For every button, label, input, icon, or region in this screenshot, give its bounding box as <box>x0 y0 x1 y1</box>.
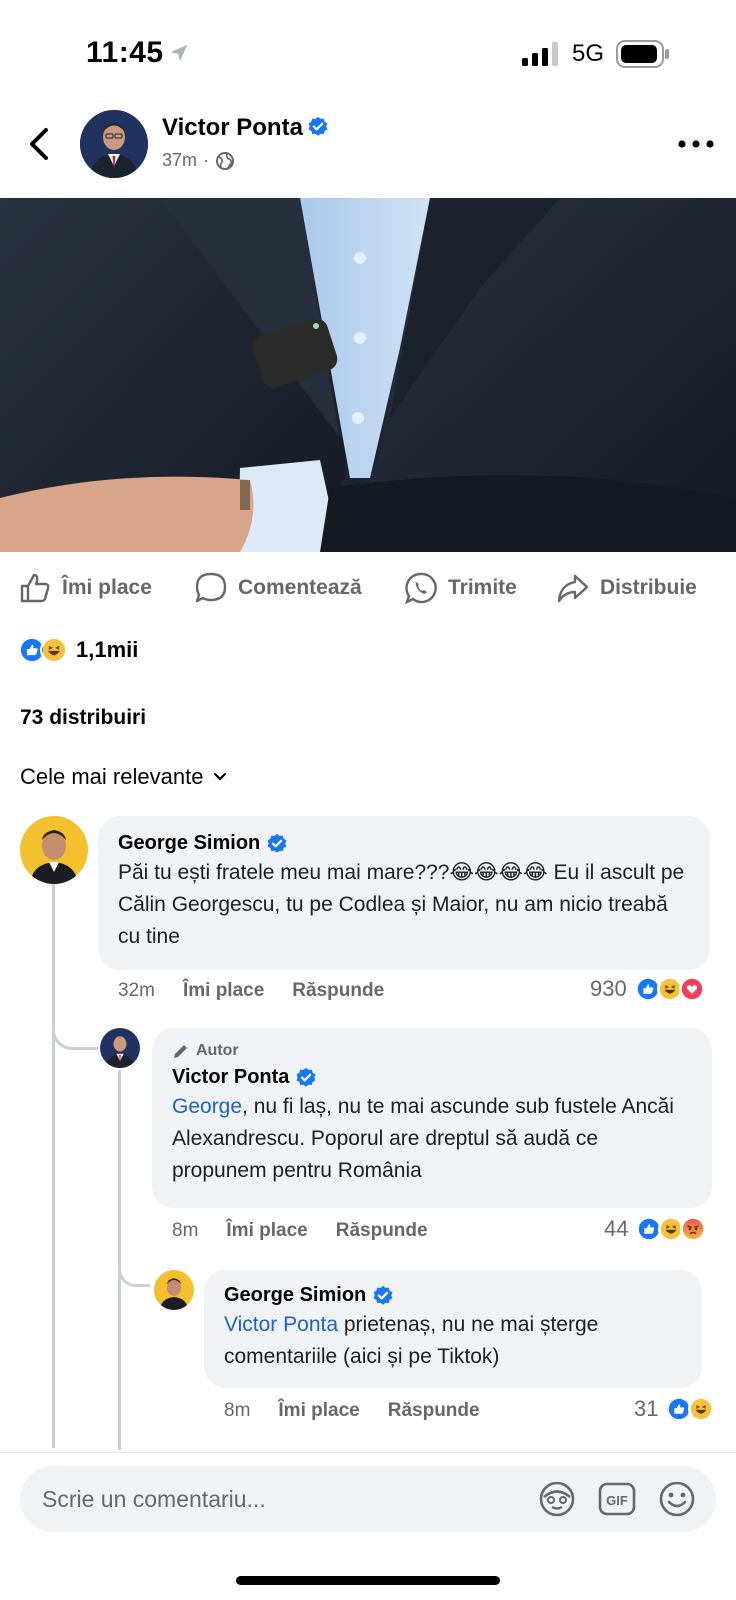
post-time: 37m <box>162 150 198 170</box>
status-time: 11:45 <box>86 36 164 69</box>
comment-like-button[interactable]: Îmi place <box>278 1400 359 1422</box>
comment-time: 32m <box>118 980 155 1001</box>
comment-reactions[interactable]: 44 <box>604 1216 707 1242</box>
post-action-bar: Îmi place Comentează Trimite Distribuie <box>0 568 736 608</box>
network-label: 5G <box>572 40 605 67</box>
comment-reply-button[interactable]: Răspunde <box>388 1400 480 1422</box>
comment-author[interactable]: Victor Ponta <box>172 1066 692 1089</box>
globe-icon <box>216 151 235 170</box>
svg-text:GIF: GIF <box>606 1493 628 1508</box>
comment-meta: 32m Îmi place Răspunde <box>118 980 384 1002</box>
post-header: Victor Ponta 37m · <box>0 100 736 196</box>
laughing-emoji-icon: 😂😂😂😂 <box>449 861 548 884</box>
verified-icon <box>296 1067 316 1087</box>
share-button[interactable]: Distribuie <box>556 568 697 608</box>
send-button[interactable]: Trimite <box>404 568 517 608</box>
comment-icon <box>195 572 227 603</box>
comment-author[interactable]: George Simion <box>118 832 690 855</box>
comment-text: Victor Ponta prietenaș, nu ne mai șterge… <box>224 1313 599 1368</box>
comment-reply-button[interactable]: Răspunde <box>336 1220 428 1242</box>
author-avatar[interactable] <box>80 110 148 178</box>
share-icon <box>557 574 589 603</box>
comment-sort-dropdown[interactable]: Cele mai relevante <box>20 764 227 790</box>
like-button[interactable]: Îmi place <box>18 568 152 608</box>
reaction-summary[interactable]: 1,1mii <box>18 636 138 664</box>
commenter-avatar[interactable] <box>100 1028 140 1068</box>
battery-icon <box>616 40 669 68</box>
avatar-sticker-icon[interactable] <box>538 1480 576 1518</box>
author-badge: Autor <box>172 1042 692 1060</box>
verified-icon <box>308 116 328 136</box>
thread-line <box>52 868 55 1448</box>
comment-reactions[interactable]: 31 <box>634 1396 715 1422</box>
more-icon[interactable] <box>674 136 718 152</box>
chevron-down-icon <box>214 772 227 781</box>
mention-link[interactable]: Victor Ponta <box>224 1313 338 1336</box>
gif-icon[interactable]: GIF <box>598 1480 636 1518</box>
comment-time: 8m <box>224 1400 251 1421</box>
whatsapp-icon <box>404 572 437 605</box>
comment-like-button[interactable]: Îmi place <box>226 1220 307 1242</box>
comment-meta: 8m Îmi place Răspunde <box>172 1220 428 1242</box>
thread-connector <box>118 1245 150 1287</box>
like-icon <box>20 573 50 603</box>
comment-reactions[interactable]: 930 <box>590 976 705 1002</box>
reaction-count: 1,1mii <box>76 637 139 662</box>
back-chevron-icon[interactable] <box>24 124 56 164</box>
comment-input[interactable] <box>42 1466 502 1532</box>
comment-author[interactable]: George Simion <box>224 1284 682 1307</box>
post-photo[interactable] <box>0 198 736 552</box>
signal-icon <box>522 42 558 66</box>
haha-reaction-icon <box>688 1396 715 1422</box>
location-arrow-icon <box>170 44 188 62</box>
comment-button[interactable]: Comentează <box>194 568 362 608</box>
meta-separator: · <box>203 150 210 170</box>
commenter-avatar[interactable] <box>154 1270 194 1310</box>
angry-reaction-icon <box>680 1216 707 1242</box>
share-count[interactable]: 73 distribuiri <box>20 706 146 730</box>
pencil-icon <box>174 1045 187 1058</box>
verified-icon <box>373 1285 393 1305</box>
comment-text: Păi tu ești fratele meu mai mare???😂😂😂😂 … <box>118 861 685 948</box>
commenter-avatar[interactable] <box>20 816 88 884</box>
verified-icon <box>267 833 287 853</box>
emoji-icon[interactable] <box>658 1480 696 1518</box>
home-indicator <box>236 1576 500 1585</box>
comment-composer: GIF <box>20 1466 716 1532</box>
mention-link[interactable]: George <box>172 1095 242 1118</box>
comment-reply-button[interactable]: Răspunde <box>292 980 384 1002</box>
composer-divider <box>0 1452 736 1453</box>
comment-like-button[interactable]: Îmi place <box>183 980 264 1002</box>
love-reaction-icon <box>678 976 705 1002</box>
comment-bubble[interactable]: George Simion Păi tu ești fratele meu ma… <box>98 816 710 970</box>
thread-connector <box>52 1000 98 1050</box>
post-meta: 37m · <box>162 150 235 171</box>
haha-reaction-icon <box>40 636 68 664</box>
comment-bubble[interactable]: Autor Victor Ponta George, nu fi laș, nu… <box>152 1028 712 1208</box>
comment-meta: 8m Îmi place Răspunde <box>224 1400 480 1422</box>
comment-text: George, nu fi laș, nu te mai ascunde sub… <box>172 1095 674 1182</box>
comment-time: 8m <box>172 1220 199 1241</box>
comment-bubble[interactable]: George Simion Victor Ponta prietenaș, nu… <box>204 1270 702 1388</box>
status-bar: 11:45 5G <box>0 0 736 100</box>
post-author-name[interactable]: Victor Ponta <box>162 114 329 142</box>
